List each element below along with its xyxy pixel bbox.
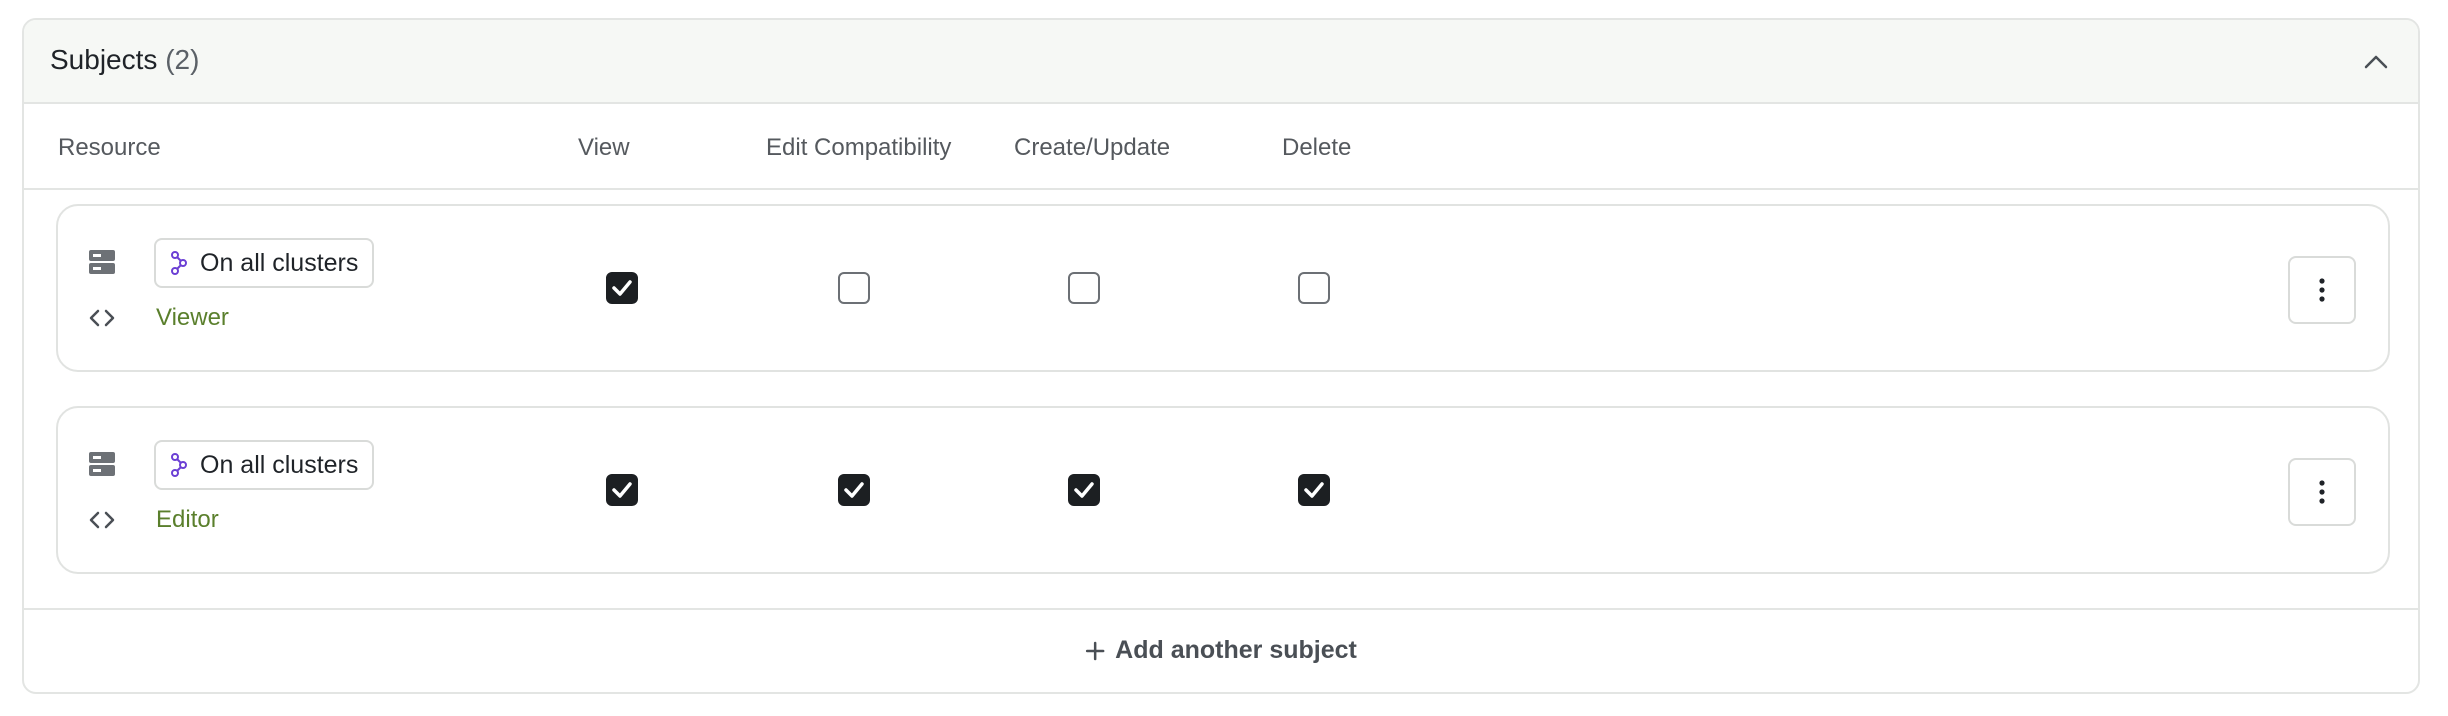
add-subject-button[interactable]: Add another subject — [1085, 636, 1357, 665]
role-link-editor[interactable]: Editor — [156, 506, 219, 534]
check-icon — [844, 482, 864, 498]
column-header-create-update: Create/Update — [1014, 134, 1171, 161]
checkbox-delete[interactable] — [1298, 474, 1330, 506]
collapse-button[interactable] — [2356, 42, 2396, 82]
scope-chip[interactable]: On all clusters — [154, 238, 375, 288]
scope-chip[interactable]: On all clusters — [154, 440, 375, 490]
code-icon — [89, 309, 115, 327]
scope-label: On all clusters — [200, 450, 359, 479]
checkbox-edit-compatibility[interactable] — [838, 272, 870, 304]
column-header-delete: Delete — [1282, 134, 1352, 161]
checkbox-create-update[interactable] — [1068, 272, 1100, 304]
panel-title-text: Subjects — [50, 44, 158, 75]
check-icon — [1074, 482, 1094, 498]
check-icon — [1304, 482, 1324, 498]
cluster-icon — [171, 251, 187, 275]
column-header-row: Resource View Edit Compatibility Create/… — [24, 104, 2418, 190]
more-vertical-icon — [2319, 480, 2325, 504]
more-vertical-icon — [2319, 278, 2325, 302]
subjects-panel: Subjects (2) Resource View Edit Compatib… — [22, 18, 2420, 694]
scope-label: On all clusters — [200, 248, 359, 277]
subject-row: On all clusters Viewer — [56, 204, 2390, 372]
checkbox-create-update[interactable] — [1068, 474, 1100, 506]
subjects-count: (2) — [165, 44, 200, 75]
panel-header: Subjects (2) — [24, 20, 2418, 104]
plus-icon — [1085, 641, 1105, 660]
checkbox-edit-compatibility[interactable] — [838, 474, 870, 506]
cluster-icon — [171, 453, 187, 477]
panel-footer: Add another subject — [24, 608, 2418, 692]
code-icon — [89, 511, 115, 529]
row-menu-button[interactable] — [2288, 458, 2356, 526]
column-header-view: View — [578, 134, 630, 161]
checkbox-view[interactable] — [606, 474, 638, 506]
checkbox-delete[interactable] — [1298, 272, 1330, 304]
add-subject-label: Add another subject — [1115, 636, 1357, 664]
subject-row: On all clusters Editor — [56, 406, 2390, 574]
column-header-edit-compatibility: Edit Compatibility — [766, 134, 952, 161]
column-header-resource: Resource — [58, 134, 161, 161]
check-icon — [612, 280, 632, 296]
check-icon — [612, 482, 632, 498]
server-icon — [89, 452, 115, 476]
role-link-viewer[interactable]: Viewer — [156, 304, 229, 332]
row-menu-button[interactable] — [2288, 256, 2356, 324]
checkbox-view[interactable] — [606, 272, 638, 304]
panel-title: Subjects (2) — [50, 44, 199, 76]
server-icon — [89, 250, 115, 274]
chevron-up-icon — [2364, 55, 2388, 69]
